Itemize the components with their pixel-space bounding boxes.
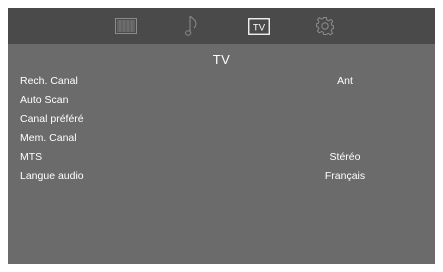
menu-item-favorite-channel[interactable]: Canal préféré [8, 110, 435, 129]
music-note-icon [185, 15, 197, 36]
menu-item-value: Ant [337, 75, 353, 87]
menu-item-value: Français [324, 170, 366, 182]
tab-tv[interactable]: TV [239, 8, 279, 44]
tv-icon-label: TV [253, 22, 266, 33]
tab-setup[interactable] [305, 8, 345, 44]
menu-item-auto-scan[interactable]: Auto Scan [8, 91, 435, 110]
menu-item-label: Langue audio [20, 170, 84, 182]
menu-item-channel-search[interactable]: Rech. Canal Ant [8, 72, 435, 91]
menu-item-value: Stéréo [329, 151, 361, 163]
menu-item-channel-memory[interactable]: Mem. Canal [8, 129, 435, 148]
menu-item-mts[interactable]: MTS Stéréo [8, 148, 435, 167]
menu-tab-bar: TV [8, 8, 435, 44]
tab-picture[interactable] [106, 8, 146, 44]
menu-item-label: Canal préféré [20, 113, 84, 125]
menu-item-label: MTS [20, 151, 43, 163]
menu-item-label: Rech. Canal [20, 75, 78, 87]
menu-title: TV [212, 52, 231, 67]
menu-item-label: Auto Scan [20, 94, 69, 106]
tv-icon: TV [248, 17, 270, 35]
gear-icon [316, 16, 334, 36]
tv-osd-screen: TV TV Rech. Canal Ant Auto Scan Canal pr… [8, 8, 435, 264]
menu-list: Rech. Canal Ant Auto Scan Canal préféré … [8, 72, 435, 186]
tab-sound[interactable] [172, 8, 212, 44]
picture-icon [115, 18, 137, 34]
menu-item-audio-language[interactable]: Langue audio Français [8, 167, 435, 186]
menu-item-label: Mem. Canal [20, 132, 77, 144]
